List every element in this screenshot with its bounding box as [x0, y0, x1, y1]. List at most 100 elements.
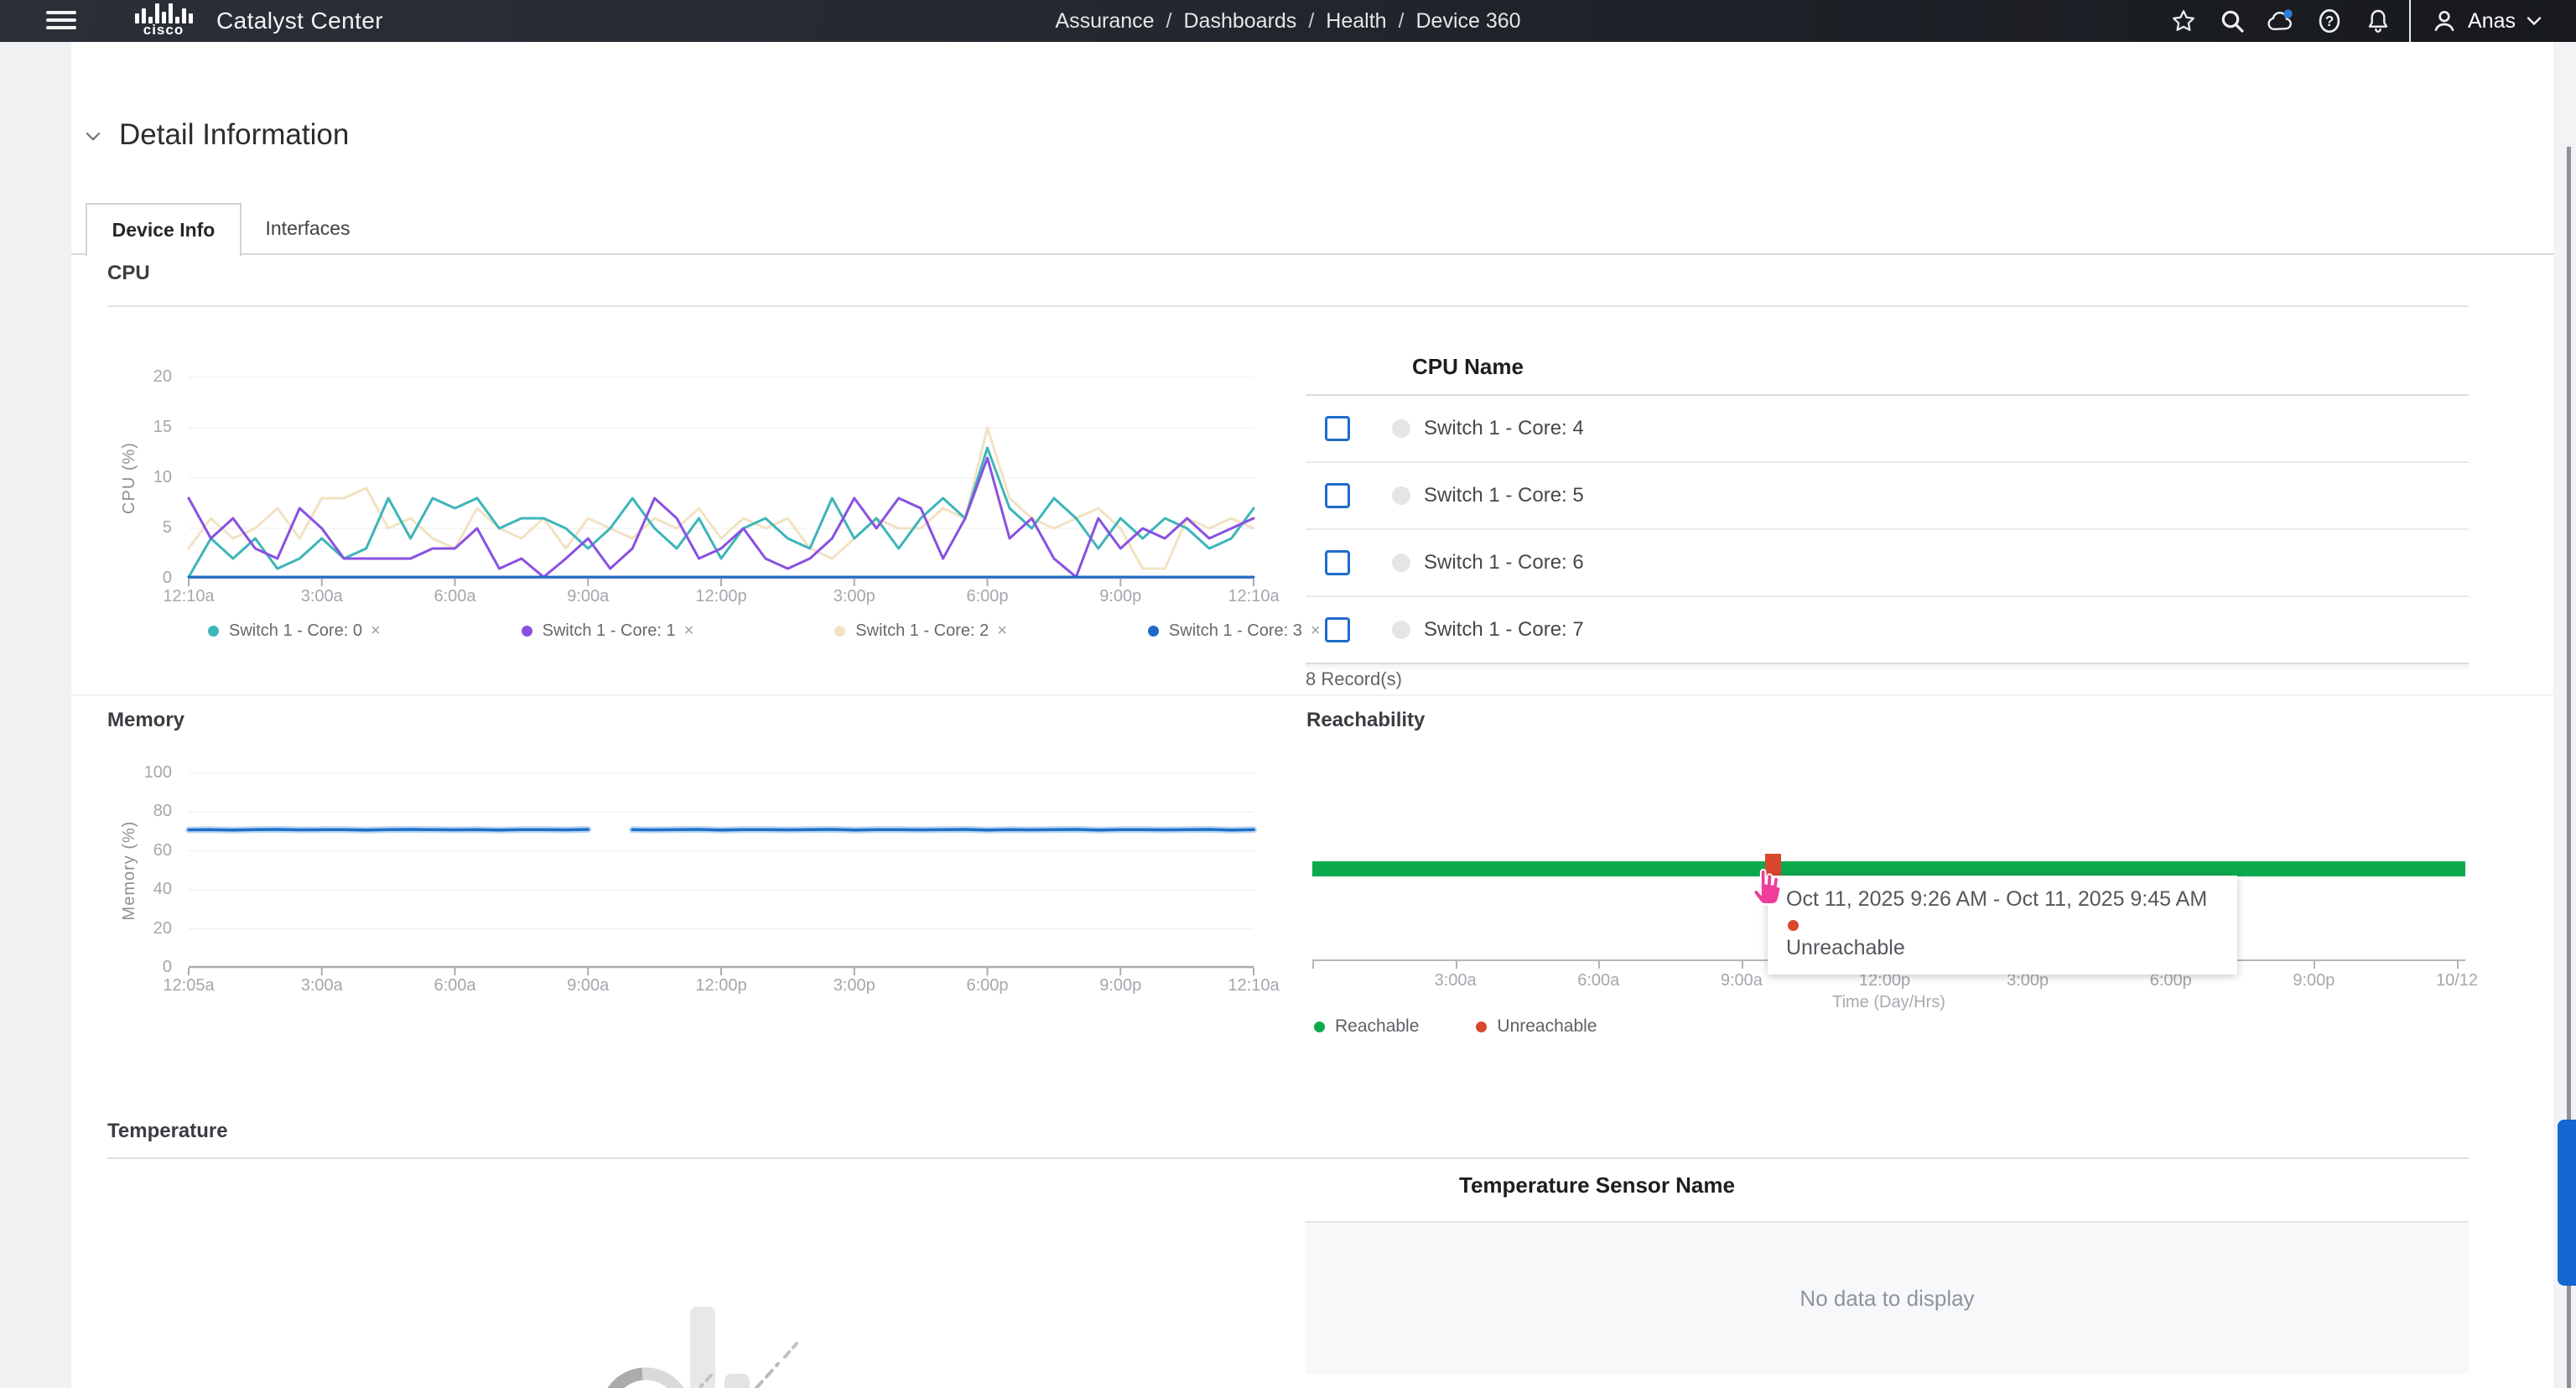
records-count: 8 Record(s) [1306, 668, 1402, 690]
x-tick-label: 6:00p [966, 587, 1008, 606]
cpu-rows-scroll-shadow [1306, 663, 2469, 671]
cpu-legend-item[interactable]: Switch 1 - Core: 2× [834, 621, 1007, 641]
reachability-tick-label: 9:00p [2293, 971, 2334, 990]
row-checkbox[interactable] [1325, 617, 1350, 642]
row-label: Switch 1 - Core: 6 [1424, 551, 1584, 574]
reachability-legend-item: Unreachable [1476, 1016, 1597, 1037]
legend-dot [1148, 626, 1159, 637]
user-menu[interactable]: Anas [2418, 8, 2576, 34]
reachability-legend: ReachableUnreachable [1314, 1016, 1654, 1037]
pointer-cursor-icon [1749, 867, 1784, 906]
reachability-tick-label: 3:00a [1435, 971, 1477, 990]
cpu-name-row[interactable]: Switch 1 - Core: 7 [1306, 597, 2469, 664]
x-tick-label: 6:00p [966, 976, 1008, 996]
left-gutter [0, 42, 71, 1388]
cpu-name-row[interactable]: Switch 1 - Core: 5 [1306, 463, 2469, 530]
y-tick-label: 60 [92, 841, 172, 860]
y-tick-label: 10 [92, 468, 172, 487]
favorites-star-icon[interactable] [2159, 0, 2208, 42]
svg-text:?: ? [2325, 13, 2334, 29]
x-tick-label: 9:00p [1099, 587, 1141, 606]
legend-dot [208, 626, 219, 637]
cpu-legend-item[interactable]: Switch 1 - Core: 0× [208, 621, 381, 641]
cisco-logo-bars [117, 5, 210, 23]
breadcrumb: Assurance/Dashboards/Health/Device 360 [1055, 9, 1520, 34]
legend-label: Switch 1 - Core: 3 [1169, 621, 1302, 641]
menu-icon[interactable] [46, 11, 76, 31]
legend-remove-icon[interactable]: × [997, 621, 1007, 641]
nav-divider [2409, 0, 2411, 42]
breadcrumb-item[interactable]: Assurance [1055, 9, 1154, 33]
y-tick-label: 20 [92, 919, 172, 938]
row-checkbox[interactable] [1325, 483, 1350, 508]
row-status-dot [1392, 419, 1410, 438]
breadcrumb-item[interactable]: Device 360 [1415, 9, 1520, 33]
x-tick-label: 3:00p [834, 587, 875, 606]
memory-heading: Memory [107, 709, 184, 732]
legend-remove-icon[interactable]: × [371, 621, 381, 641]
reachability-tooltip: Oct 11, 2025 9:26 AM - Oct 11, 2025 9:45… [1768, 876, 2237, 975]
row-label: Switch 1 - Core: 7 [1424, 618, 1584, 642]
breadcrumb-item[interactable]: Dashboards [1184, 9, 1297, 33]
cisco-logo-text: cisco [117, 23, 210, 37]
y-tick-label: 40 [92, 880, 172, 899]
reachability-tick-label: 9:00a [1721, 971, 1763, 990]
help-icon[interactable]: ? [2305, 0, 2354, 42]
cpu-legend-item[interactable]: Switch 1 - Core: 3× [1148, 621, 1321, 641]
no-data-text: No data to display [1800, 1286, 1974, 1312]
memory-y-axis-title: Memory (%) [120, 770, 142, 971]
legend-label: Unreachable [1497, 1016, 1597, 1037]
cpu-divider [107, 305, 2469, 307]
search-icon[interactable] [2208, 0, 2257, 42]
reachability-axis-label: Time (Day/Hrs) [1312, 993, 2465, 1012]
user-avatar-icon [2431, 8, 2458, 34]
row-checkbox[interactable] [1325, 550, 1350, 575]
tab-interfaces[interactable]: Interfaces [238, 203, 377, 254]
tooltip-status-text: Unreachable [1786, 936, 2237, 960]
reachability-tick-label: 10/12 [2436, 971, 2478, 990]
reachability-timeline[interactable] [1312, 861, 2465, 876]
x-tick-label: 12:10a [1228, 587, 1279, 606]
cloud-icon[interactable] [2257, 0, 2305, 42]
memory-chart [189, 773, 1254, 968]
nav-icons: ? Anas [2159, 0, 2576, 42]
breadcrumb-item[interactable]: Health [1326, 9, 1386, 33]
reachability-segment-reachable[interactable] [1312, 861, 1765, 876]
cpu-name-table: Switch 1 - Core: 4 Switch 1 - Core: 5 Swit… [1306, 394, 2469, 664]
cpu-name-header: CPU Name [1412, 354, 1524, 380]
cpu-name-row[interactable]: Switch 1 - Core: 4 [1306, 396, 2469, 463]
temperature-sensor-header: Temperature Sensor Name [1459, 1172, 1735, 1198]
tab-device-info[interactable]: Device Info [86, 203, 242, 256]
row-status-dot [1392, 554, 1410, 572]
row-checkbox[interactable] [1325, 416, 1350, 441]
row-label: Switch 1 - Core: 5 [1424, 484, 1584, 507]
y-tick-label: 0 [92, 569, 172, 588]
collapse-chevron-icon[interactable] [84, 127, 102, 146]
y-tick-label: 0 [92, 958, 172, 977]
x-tick-label: 3:00a [301, 587, 343, 606]
x-tick-label: 6:00a [434, 976, 475, 996]
tooltip-status-dot [1788, 920, 1799, 931]
x-tick-label: 9:00a [567, 976, 609, 996]
empty-chart-illustration [579, 1292, 813, 1388]
x-tick-label: 12:10a [1228, 976, 1279, 996]
panel-scrollbar-thumb[interactable] [2558, 1120, 2576, 1286]
cpu-legend-item[interactable]: Switch 1 - Core: 1× [522, 621, 694, 641]
legend-dot [1314, 1022, 1325, 1032]
tooltip-time-range: Oct 11, 2025 9:26 AM - Oct 11, 2025 9:45… [1786, 887, 2237, 912]
reachability-tick-label: 6:00a [1577, 971, 1619, 990]
x-tick-label: 9:00a [567, 587, 609, 606]
temperature-heading: Temperature [107, 1120, 228, 1143]
legend-dot [834, 626, 845, 637]
product-title: Catalyst Center [216, 8, 383, 34]
breadcrumb-separator: / [1166, 9, 1172, 33]
breadcrumb-separator: / [1399, 9, 1405, 33]
row-label: Switch 1 - Core: 4 [1424, 417, 1584, 440]
y-tick-label: 5 [92, 518, 172, 538]
reachability-segment-reachable[interactable] [1781, 861, 2465, 876]
notifications-bell-icon[interactable] [2354, 0, 2402, 42]
x-tick-label: 12:05a [163, 976, 214, 996]
cpu-name-row[interactable]: Switch 1 - Core: 6 [1306, 530, 2469, 597]
legend-remove-icon[interactable]: × [684, 621, 694, 641]
x-tick-label: 12:10a [163, 587, 214, 606]
